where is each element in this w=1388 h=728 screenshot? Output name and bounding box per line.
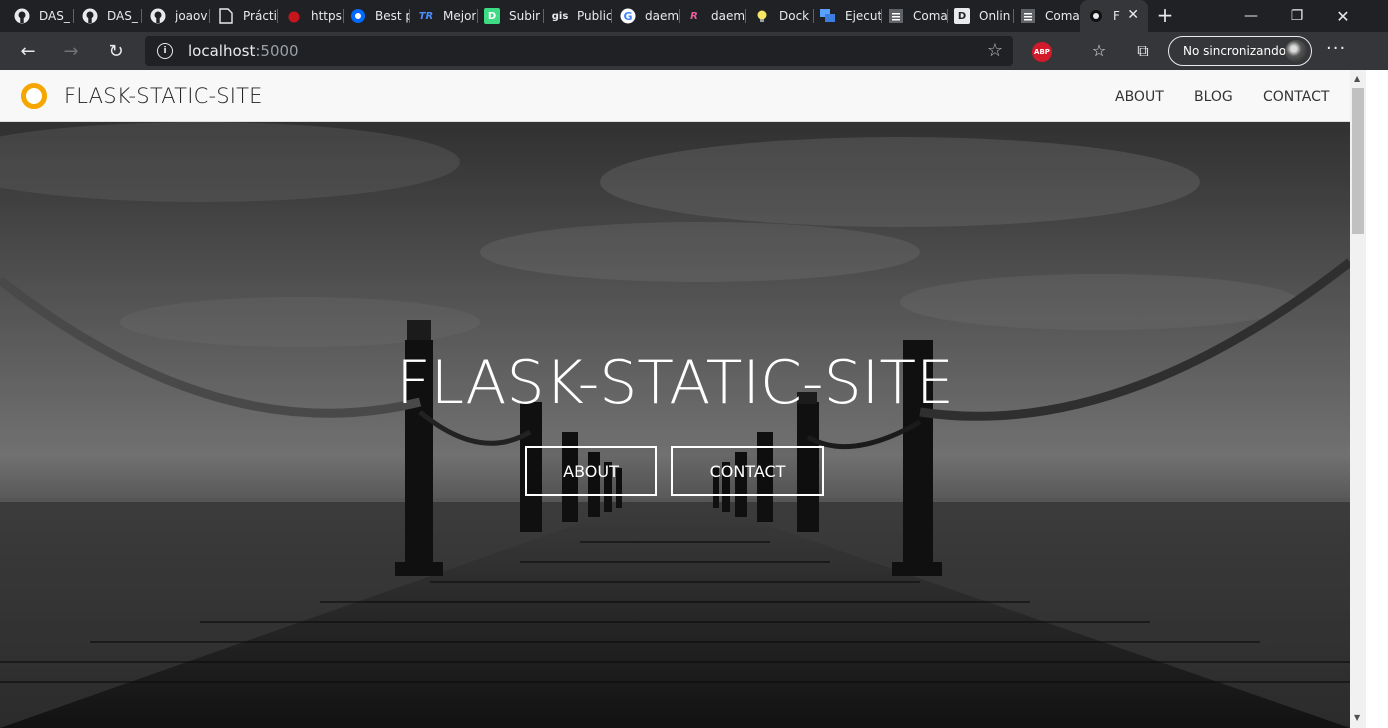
hero-about-button[interactable]: ABOUT <box>525 446 657 496</box>
list-icon <box>1020 8 1036 24</box>
close-window-button[interactable]: ✕ <box>1320 0 1366 32</box>
url-text: localhost:5000 <box>188 42 299 60</box>
site-brand[interactable]: FLASK-STATIC-SITE <box>64 84 263 108</box>
favorite-star-icon[interactable]: ☆ <box>987 40 1003 61</box>
forward-button[interactable]: → <box>58 38 84 64</box>
google-icon: G <box>620 8 636 24</box>
browser-tab-active[interactable]: F ✕ <box>1080 0 1148 32</box>
back-button[interactable]: ← <box>15 38 41 64</box>
github-icon <box>82 8 98 24</box>
page-scrollbar[interactable]: ▲ ▼ <box>1350 70 1366 728</box>
hero-background-image <box>0 122 1350 728</box>
nav-link-blog[interactable]: BLOG <box>1194 89 1233 105</box>
browser-tab[interactable]: D Onlin <box>948 0 1014 32</box>
circle-icon <box>1088 8 1104 24</box>
browser-tab[interactable]: Coma <box>882 0 948 32</box>
browser-tab[interactable]: https: <box>278 0 344 32</box>
nav-link-contact[interactable]: CONTACT <box>1263 89 1329 105</box>
browser-tab[interactable]: TR Mejor <box>410 0 478 32</box>
tab-strip: DAS_ DAS_ joaov Prácti https: Best p TR … <box>0 0 1388 32</box>
avatar <box>1285 40 1307 62</box>
adblock-extension-icon[interactable]: ABP <box>1032 42 1052 62</box>
gis-icon: gis <box>551 10 569 22</box>
collections-icon[interactable]: ⧉ <box>1132 40 1154 62</box>
site-navbar: FLASK-STATIC-SITE ABOUT BLOG CONTACT <box>0 70 1350 122</box>
new-tab-button[interactable]: + <box>1154 4 1176 26</box>
more-menu-icon[interactable]: ··· <box>1326 38 1346 59</box>
site-info-icon[interactable]: i <box>157 43 173 59</box>
list-icon <box>888 8 904 24</box>
browser-tab[interactable]: Coma <box>1014 0 1080 32</box>
browser-tab[interactable]: gis Public <box>544 0 612 32</box>
address-bar[interactable]: i localhost:5000 ☆ <box>145 36 1013 66</box>
scrollbar-thumb[interactable] <box>1352 88 1364 234</box>
github-icon <box>150 8 166 24</box>
favorites-icon[interactable]: ☆ <box>1088 40 1110 62</box>
browser-tab[interactable]: D Subir <box>478 0 544 32</box>
github-icon <box>14 8 30 24</box>
browser-tab[interactable]: joaov <box>142 0 210 32</box>
browser-tab[interactable]: R daem <box>680 0 746 32</box>
hero-title: FLASK-STATIC-SITE <box>396 348 954 418</box>
browser-tab[interactable]: Prácti <box>210 0 278 32</box>
browser-tab[interactable]: Ejecut <box>814 0 882 32</box>
site-icon: TR <box>418 10 434 22</box>
reload-button[interactable]: ↻ <box>103 38 129 64</box>
restore-button[interactable]: ❐ <box>1274 0 1320 32</box>
red-dot-icon <box>286 8 302 24</box>
bulb-icon <box>754 8 770 24</box>
logo-icon[interactable] <box>21 83 47 109</box>
window-edge <box>1366 70 1388 728</box>
browser-tab[interactable]: DAS_ <box>74 0 142 32</box>
d-dark-icon: D <box>954 8 970 24</box>
svg-text:G: G <box>623 10 632 23</box>
scroll-up-arrow-icon[interactable]: ▲ <box>1354 74 1360 83</box>
profile-sync-button[interactable]: No sincronizando <box>1168 36 1312 66</box>
scroll-down-arrow-icon[interactable]: ▼ <box>1354 713 1360 722</box>
browser-toolbar: ← → ↻ i localhost:5000 ☆ ABP ☆ ⧉ No sinc… <box>0 32 1388 70</box>
browser-tab[interactable]: Dock <box>746 0 814 32</box>
document-icon <box>218 8 234 24</box>
chat-icon <box>820 8 836 24</box>
page-viewport: FLASK-STATIC-SITE ABOUT BLOG CONTACT FLA… <box>0 70 1350 728</box>
browser-tab[interactable]: DAS_ <box>0 0 74 32</box>
d-icon: D <box>484 8 500 24</box>
browser-tab[interactable]: G daem <box>612 0 680 32</box>
close-tab-icon[interactable]: ✕ <box>1127 7 1139 23</box>
hero-section: FLASK-STATIC-SITE ABOUT CONTACT <box>0 122 1350 728</box>
browser-tab[interactable]: Best p <box>344 0 410 32</box>
r-icon: R <box>690 10 698 22</box>
nav-link-about[interactable]: ABOUT <box>1115 89 1164 105</box>
hero-contact-button[interactable]: CONTACT <box>671 446 824 496</box>
minimize-button[interactable]: — <box>1228 0 1274 32</box>
digitalocean-icon <box>350 8 366 24</box>
